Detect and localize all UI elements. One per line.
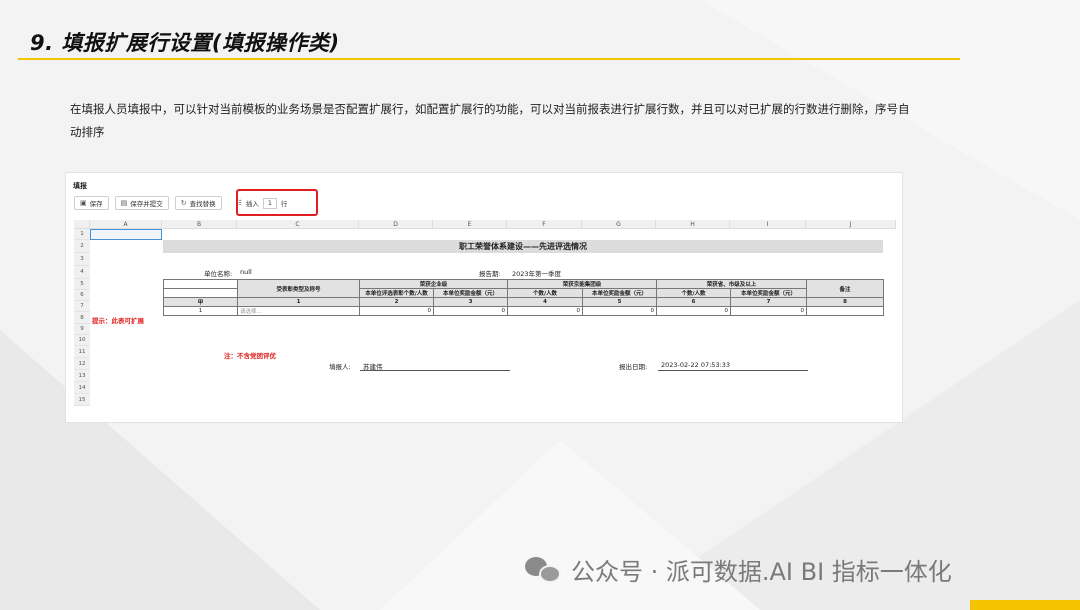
header-award-type: 受表彰类型及称号 [237, 279, 360, 298]
index-cell: 8 [806, 297, 885, 307]
filler-underline [360, 370, 510, 371]
spreadsheet: A B C D E F G H I J 1 2 3 4 5 6 7 8 9 10… [74, 220, 896, 410]
selected-cell-a1[interactable] [90, 229, 162, 240]
slide-description: 在填报人员填报中，可以针对当前模板的业务场景是否配置扩展行，如配置扩展行的功能，… [70, 102, 910, 139]
subheader-cell: 本单位奖励金额（元） [730, 288, 808, 298]
save-button[interactable]: ▣ 保存 [74, 196, 109, 210]
report-screenshot: 填报 ▣ 保存 ▤ 保存并提交 ↻ 查找替换 ☷ 插入 1 行 A B C D … [65, 172, 903, 423]
value-input[interactable]: 0 [507, 306, 584, 316]
row-header[interactable]: 9 [74, 324, 90, 335]
row-header[interactable]: 15 [74, 394, 90, 406]
column-header-c[interactable]: C [237, 220, 359, 229]
row-header[interactable]: 3 [74, 253, 90, 266]
table-cell-empty [163, 279, 238, 289]
period-value[interactable]: 2023年第一季度 [512, 268, 561, 278]
index-cell: 4 [507, 297, 584, 307]
watermark: 公众号 · 派可数据.AI BI 指标一体化 [525, 552, 952, 587]
row-header[interactable]: 4 [74, 266, 90, 279]
table-index-row: 甲 1 2 3 4 5 6 7 8 [163, 297, 885, 307]
subheader-cell: 本单位奖励金额（元） [432, 288, 509, 298]
highlight-box [236, 189, 318, 216]
subheader-cell: 本单位奖励金额（元） [582, 288, 658, 298]
row-header[interactable]: 8 [74, 312, 90, 324]
exclusion-note: 注：不含党团评优 [224, 352, 276, 360]
row-header[interactable]: 2 [74, 240, 90, 253]
column-header-g[interactable]: G [582, 220, 656, 229]
row-header[interactable]: 1 [74, 229, 90, 240]
find-replace-button[interactable]: ↻ 查找替换 [174, 196, 222, 210]
header-remark: 备注 [806, 279, 885, 298]
subheader-cell: 个数/人数 [656, 288, 732, 298]
column-header-a[interactable]: A [90, 220, 162, 229]
index-cell: 6 [656, 297, 732, 307]
wechat-icon [525, 555, 563, 585]
table-cell-empty [163, 288, 238, 298]
page-title: 填报 [73, 182, 87, 190]
column-header-h[interactable]: H [656, 220, 730, 229]
row-header[interactable]: 10 [74, 335, 90, 346]
value-input[interactable]: 0 [656, 306, 732, 316]
row-header[interactable]: 5 [74, 279, 90, 290]
value-input[interactable]: 0 [730, 306, 808, 316]
row-header[interactable]: 14 [74, 382, 90, 394]
header-province-level: 荣获省、市级及以上 [656, 279, 808, 289]
award-type-select[interactable]: 请选择... [237, 306, 360, 316]
row-header[interactable]: 6 [74, 290, 90, 301]
date-value[interactable]: 2023-02-22 07:53:33 [661, 361, 730, 369]
row-header[interactable]: 12 [74, 358, 90, 370]
index-cell: 3 [432, 297, 509, 307]
save-submit-label: 保存并提交 [130, 200, 163, 208]
accent-corner-bar [970, 600, 1080, 610]
column-header-i[interactable]: I [730, 220, 806, 229]
index-cell: 甲 [163, 297, 238, 307]
watermark-text: 公众号 · 派可数据.AI BI 指标一体化 [571, 558, 952, 586]
submit-icon: ▤ [120, 199, 128, 207]
date-underline [658, 370, 808, 371]
period-label: 报告期: [479, 270, 501, 278]
corner-cell[interactable] [74, 220, 90, 229]
title-underline [18, 58, 960, 60]
row-header[interactable]: 13 [74, 370, 90, 382]
table-header-row: 受表彰类型及称号 荣获企业级 荣获京能集团级 荣获省、市级及以上 备注 [163, 279, 885, 298]
index-cell: 2 [359, 297, 434, 307]
date-label: 报出日期: [619, 363, 648, 371]
column-header-b[interactable]: B [162, 220, 237, 229]
save-submit-button[interactable]: ▤ 保存并提交 [114, 196, 169, 210]
table-row: 1 请选择... 0 0 0 0 0 0 [163, 306, 885, 316]
row-header[interactable]: 7 [74, 301, 90, 312]
slide-title: 9. 填报扩展行设置(填报操作类) [30, 31, 340, 55]
row-header[interactable]: 11 [74, 346, 90, 358]
unit-name-value[interactable]: null [240, 268, 252, 276]
header-enterprise-level: 荣获企业级 [358, 279, 509, 289]
report-table: 受表彰类型及称号 荣获企业级 荣获京能集团级 荣获省、市级及以上 备注 本单位评… [163, 279, 885, 316]
expandable-hint: 提示：此表可扩展 [92, 317, 144, 325]
sequence-cell: 1 [163, 306, 238, 316]
column-header-d[interactable]: D [359, 220, 433, 229]
index-cell: 5 [582, 297, 658, 307]
value-input[interactable]: 0 [432, 306, 509, 316]
column-header-f[interactable]: F [507, 220, 582, 229]
remark-input[interactable] [806, 306, 885, 316]
subheader-cell: 个数/人数 [507, 288, 584, 298]
subheader-cell: 本单位评选表彰个数/人数 [359, 288, 434, 298]
report-title: 职工荣誉体系建设——先进评选情况 [163, 240, 883, 253]
index-cell: 7 [730, 297, 808, 307]
header-group-level: 荣获京能集团级 [507, 279, 658, 289]
filler-label: 填报人: [329, 363, 351, 371]
value-input[interactable]: 0 [582, 306, 658, 316]
save-icon: ▣ [80, 199, 87, 207]
index-cell: 1 [237, 297, 360, 307]
refresh-icon: ↻ [180, 199, 187, 207]
value-input[interactable]: 0 [359, 306, 434, 316]
unit-name-label: 单位名称: [204, 270, 233, 278]
save-label: 保存 [89, 200, 103, 208]
column-header-j[interactable]: J [806, 220, 896, 229]
column-header-e[interactable]: E [433, 220, 507, 229]
find-replace-label: 查找替换 [189, 200, 216, 208]
